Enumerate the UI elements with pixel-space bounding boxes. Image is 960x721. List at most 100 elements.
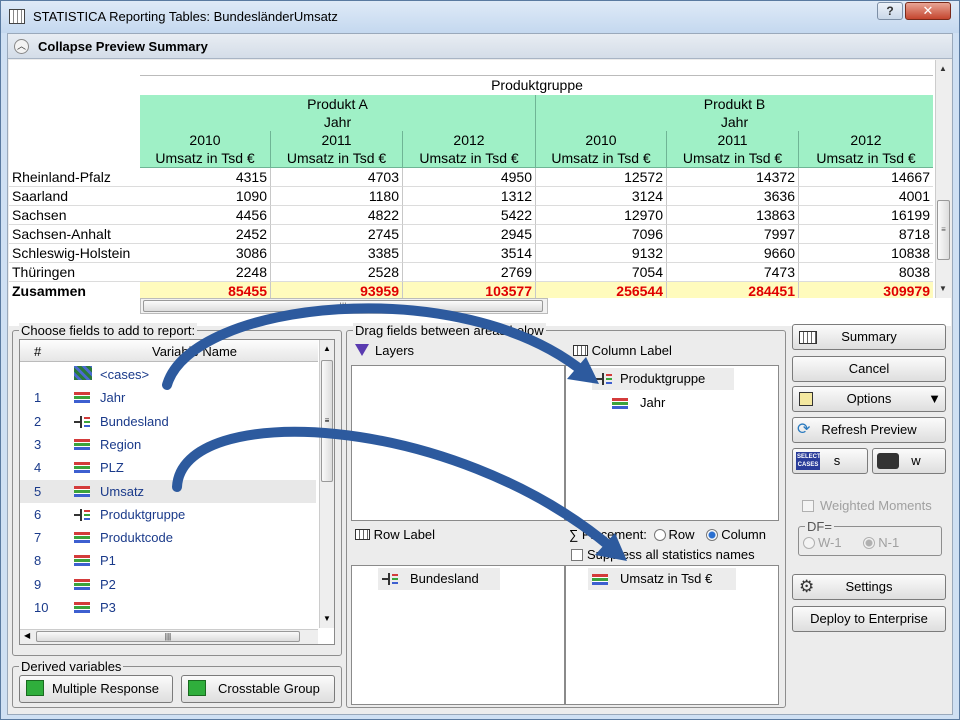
col-header-name[interactable]: Variable Name	[152, 344, 237, 359]
placement-row: ∑ Placement: Row Column	[569, 527, 766, 542]
weighted-moments-checkbox[interactable]	[802, 500, 814, 512]
placement-row-label: Row	[668, 527, 695, 542]
horizontal-scroll-thumb[interactable]: |||	[143, 300, 543, 312]
cancel-button[interactable]: Cancel	[792, 356, 946, 382]
weight-icon	[877, 453, 899, 469]
preview-horizontal-scrollbar[interactable]: |||	[140, 298, 548, 314]
list-scroll-thumb[interactable]: ≡	[321, 360, 333, 482]
table-cell: 16199	[799, 206, 933, 225]
refresh-preview-button[interactable]: ⟳ Refresh Preview	[792, 417, 946, 443]
multiple-response-label: Multiple Response	[52, 681, 159, 696]
weight-button[interactable]: w	[872, 448, 946, 474]
list-item[interactable]: 2 Bundesland	[20, 410, 316, 433]
multiple-response-button[interactable]: Multiple Response	[19, 675, 173, 703]
tree-icon	[74, 415, 90, 428]
options-button[interactable]: Options ▼	[792, 386, 946, 412]
table-cell: 9132	[536, 244, 667, 263]
table-cell: 5422	[403, 206, 536, 225]
column-item-jahr[interactable]: Jahr	[612, 392, 712, 414]
list-item[interactable]: 3 Region	[20, 433, 316, 456]
scroll-down-icon[interactable]: ▼	[323, 614, 331, 623]
gear-icon: ⚙	[799, 577, 815, 596]
list-item-num: 1	[34, 390, 42, 406]
header-measure: Umsatz in Tsd €	[667, 149, 799, 168]
bars-icon	[74, 485, 90, 497]
list-item-num: 8	[34, 553, 42, 569]
table-cell: 3086	[140, 244, 271, 263]
row-label: Sachsen-Anhalt	[9, 225, 140, 244]
variable-list[interactable]: # Variable Name <cases> 1 Jahr 2 Bundesland 3…	[19, 339, 335, 645]
table-icon	[355, 529, 370, 540]
list-item[interactable]: 1 Jahr	[20, 386, 316, 409]
bars-icon	[74, 532, 90, 544]
stat-item-umsatz[interactable]: Umsatz in Tsd €	[588, 568, 736, 590]
list-header: # Variable Name	[20, 340, 318, 362]
radio-row[interactable]	[653, 529, 666, 541]
list-hscroll-thumb[interactable]: |||	[36, 631, 300, 642]
list-item-name: Umsatz	[100, 483, 145, 499]
table-cell: 1180	[271, 187, 403, 206]
chevron-up-icon[interactable]: ︿	[14, 39, 29, 54]
row-label-header: Row Label	[355, 527, 435, 542]
table-cell: 3385	[271, 244, 403, 263]
layers-drop-area[interactable]	[351, 365, 565, 521]
table-cell: 3636	[667, 187, 799, 206]
vertical-scroll-thumb[interactable]: ≡	[937, 200, 950, 260]
row-label-drop-area[interactable]: Bundesland	[351, 565, 565, 705]
weight-label: w	[911, 453, 921, 468]
row-item-bundesland[interactable]: Bundesland	[378, 568, 500, 590]
table-cell: 8038	[799, 263, 933, 282]
refresh-label: Refresh Preview	[821, 422, 917, 437]
table-cell: 4703	[271, 168, 403, 187]
summary-button[interactable]: Summary	[792, 324, 946, 350]
header-year: 2011	[271, 131, 403, 150]
df-legend: DF=	[805, 519, 834, 534]
suppress-checkbox[interactable]	[571, 549, 583, 561]
list-horizontal-scrollbar[interactable]: ◀ |||	[20, 629, 318, 644]
list-item[interactable]: 8 P1	[20, 549, 316, 572]
header-line	[140, 60, 933, 76]
list-item[interactable]: <cases>	[20, 363, 316, 386]
row-label-text: Row Label	[373, 527, 436, 542]
list-item[interactable]: 6 Produktgruppe	[20, 503, 316, 526]
collapse-preview-bar[interactable]: ︿ Collapse Preview Summary	[8, 34, 952, 59]
scroll-left-icon[interactable]: ◀	[24, 631, 30, 640]
total-cell: 256544	[536, 282, 667, 298]
row-label: Thüringen	[9, 263, 140, 282]
list-vertical-scrollbar[interactable]: ▲ ≡ ▼	[319, 340, 334, 628]
list-item[interactable]: 5 Umsatz	[20, 479, 316, 503]
help-button[interactable]: ?	[877, 2, 903, 20]
list-item[interactable]: 10 P3	[20, 596, 316, 619]
bars-icon	[74, 462, 90, 474]
list-item[interactable]: 4 PLZ	[20, 456, 316, 479]
column-item-produktgruppe[interactable]: Produktgruppe	[592, 368, 734, 390]
radio-column[interactable]	[706, 529, 719, 541]
title-bar: STATISTICA Reporting Tables: Bundeslände…	[1, 1, 959, 33]
close-button[interactable]: ✕	[905, 2, 951, 20]
list-item[interactable]: 7 Produktcode	[20, 526, 316, 549]
radio-n1[interactable]	[863, 537, 876, 549]
preview-vertical-scrollbar[interactable]: ▲ ≡ ▼	[935, 60, 951, 298]
total-cell: 93959	[271, 282, 403, 298]
table-cell: 7096	[536, 225, 667, 244]
layers-header: Layers	[355, 343, 414, 358]
options-icon	[799, 392, 813, 406]
radio-w1[interactable]	[803, 537, 815, 549]
list-item[interactable]: 9 P2	[20, 573, 316, 596]
list-item-name: Produktcode	[100, 530, 173, 546]
scroll-up-icon[interactable]: ▲	[939, 64, 947, 73]
crosstable-group-button[interactable]: Crosstable Group	[181, 675, 335, 703]
deploy-enterprise-button[interactable]: Deploy to Enterprise	[792, 606, 946, 632]
list-item-num: 2	[34, 413, 42, 429]
dialog-body: ︿ Collapse Preview Summary Produktgruppe…	[7, 33, 953, 715]
col-header-num[interactable]: #	[34, 344, 41, 359]
header-measure: Umsatz in Tsd €	[799, 149, 933, 168]
select-cases-button[interactable]: SELECT CASES s	[792, 448, 868, 474]
list-item-name: Produktgruppe	[100, 506, 186, 522]
preview-grid: Produktgruppe Produkt A Produkt B Jahr Jahr 2…	[9, 60, 933, 298]
settings-button[interactable]: ⚙ Settings	[792, 574, 946, 600]
scroll-down-icon[interactable]: ▼	[939, 284, 947, 293]
statistics-drop-area[interactable]: Umsatz in Tsd €	[565, 565, 779, 705]
column-label-drop-area[interactable]: Produktgruppe Jahr	[565, 365, 779, 521]
scroll-up-icon[interactable]: ▲	[323, 344, 331, 353]
